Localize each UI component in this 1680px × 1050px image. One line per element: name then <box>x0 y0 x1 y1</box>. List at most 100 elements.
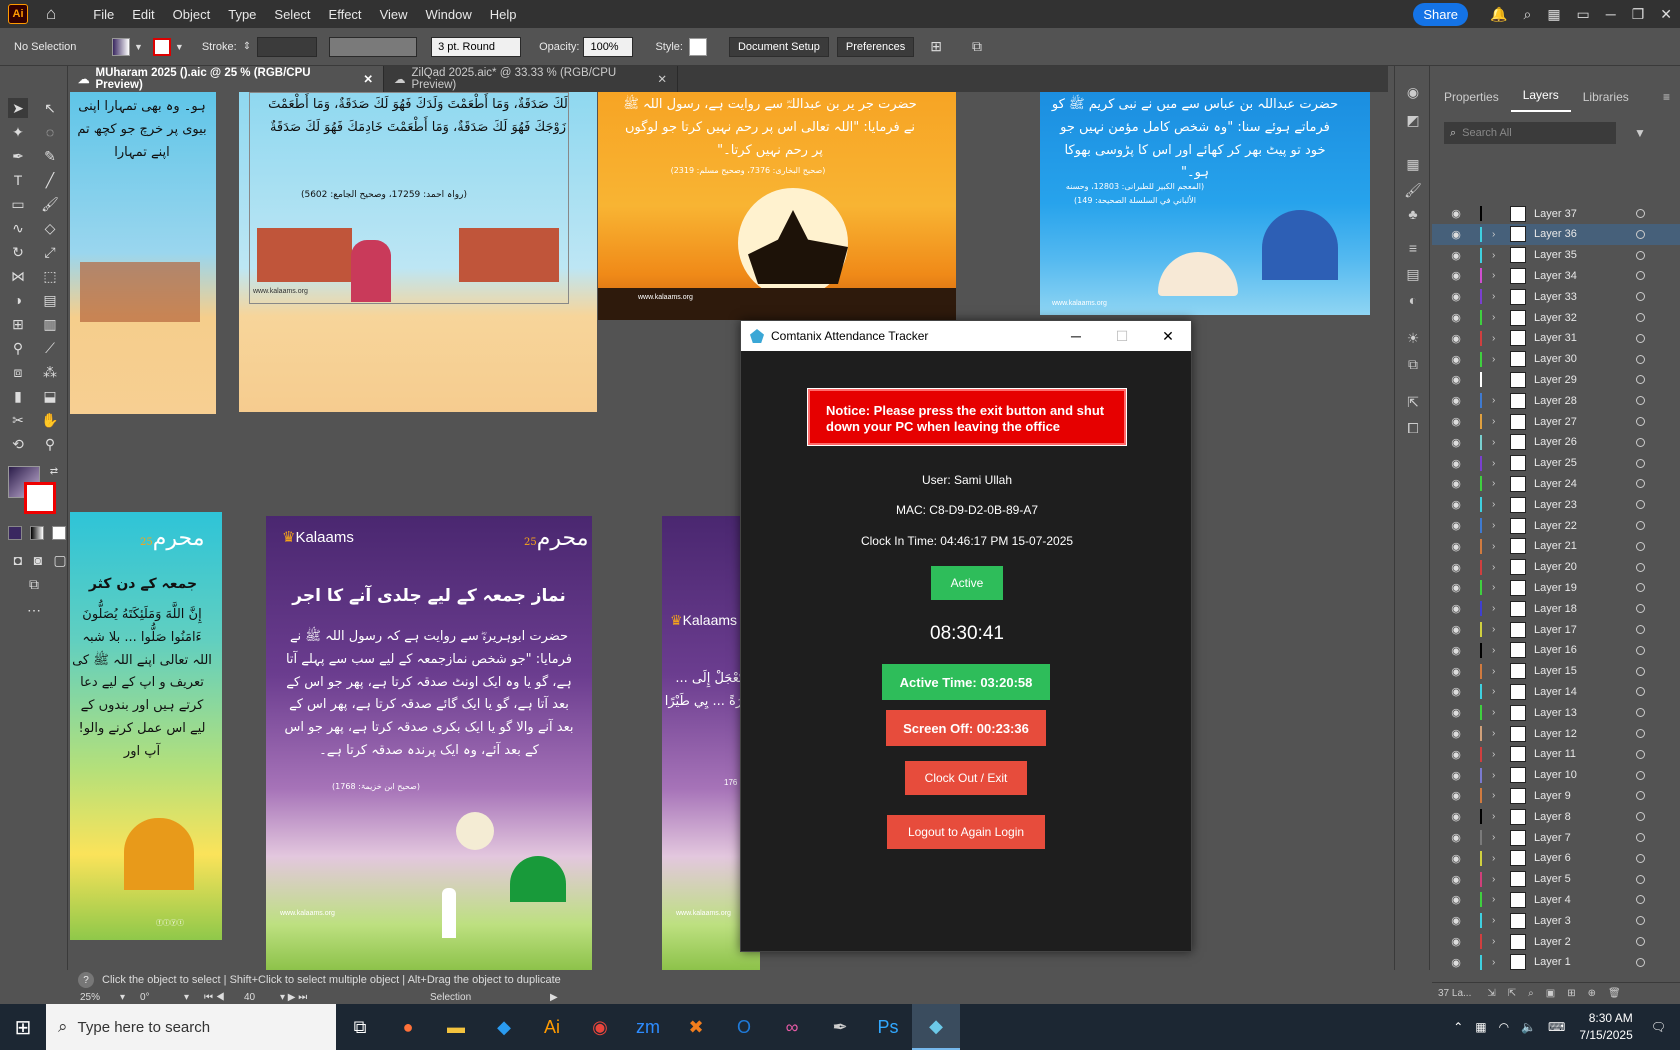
pen-app-icon[interactable]: ✒ <box>816 1004 864 1050</box>
measure-tool-icon[interactable]: ⟋ <box>40 338 60 358</box>
arrange-documents-icon[interactable]: ▦ <box>1547 6 1560 23</box>
layer-name[interactable]: Layer 35 <box>1534 249 1624 261</box>
eyedropper-tool-icon[interactable]: ⚲ <box>8 338 28 358</box>
chevron-right-icon[interactable]: › <box>1492 312 1504 323</box>
layer-row[interactable]: ◉ › Layer 16 <box>1432 640 1680 661</box>
layer-name[interactable]: Layer 31 <box>1534 332 1624 344</box>
layer-name[interactable]: Layer 23 <box>1534 499 1624 511</box>
layer-name[interactable]: Layer 8 <box>1534 811 1624 823</box>
target-icon[interactable] <box>1636 957 1645 967</box>
eye-icon[interactable]: ◉ <box>1446 914 1466 927</box>
target-icon[interactable] <box>1636 521 1645 530</box>
layer-row[interactable]: ◉ › Layer 19 <box>1432 577 1680 598</box>
layer-name[interactable]: Layer 1 <box>1534 956 1624 968</box>
chevron-right-icon[interactable]: › <box>1492 874 1504 885</box>
minimize-icon[interactable]: ─ <box>1606 6 1616 22</box>
chevron-right-icon[interactable]: › <box>1492 645 1504 656</box>
layer-row[interactable]: ◉ › Layer 32 <box>1432 307 1680 328</box>
draw-normal-icon[interactable]: ◘ <box>8 550 28 570</box>
chevron-right-icon[interactable]: › <box>1492 250 1504 261</box>
tab-properties[interactable]: Properties <box>1432 82 1511 112</box>
artboard-3[interactable]: حضرت جر یر بن عبداللہؓ سے روایت ہے، رسول… <box>598 92 956 320</box>
target-icon[interactable] <box>1636 853 1645 863</box>
column-graph-icon[interactable]: ▮ <box>8 386 28 406</box>
chevron-right-icon[interactable]: › <box>1492 728 1504 739</box>
layer-row[interactable]: ◉ › Layer 6 <box>1432 848 1680 869</box>
eye-icon[interactable]: ◉ <box>1446 706 1466 719</box>
share-button[interactable]: Share <box>1413 2 1469 26</box>
layer-row[interactable]: ◉ › Layer 11 <box>1432 744 1680 765</box>
clipping-mask-icon[interactable]: ▣ <box>1546 988 1555 999</box>
artboard-nav-forward[interactable]: ▾ ▶ ⏭ <box>280 992 340 1003</box>
workspace-icon[interactable]: ▭ <box>1577 6 1590 23</box>
target-icon[interactable] <box>1636 417 1645 426</box>
chevron-right-icon[interactable]: › <box>1492 603 1504 614</box>
swap-fill-stroke-icon[interactable]: ⇄ <box>44 462 64 482</box>
target-icon[interactable] <box>1636 562 1645 572</box>
eye-icon[interactable]: ◉ <box>1446 269 1466 282</box>
document-setup-button[interactable]: Document Setup <box>728 36 829 57</box>
eye-icon[interactable]: ◉ <box>1446 602 1466 615</box>
chevron-right-icon[interactable]: › <box>1492 770 1504 781</box>
target-icon[interactable] <box>1636 708 1645 718</box>
target-icon[interactable] <box>1636 313 1645 322</box>
chevron-right-icon[interactable]: › <box>1492 291 1504 302</box>
layer-row[interactable]: ◉ › Layer 12 <box>1432 723 1680 744</box>
maximize-button[interactable]: ☐ <box>1099 321 1145 351</box>
gradient-mode-icon[interactable] <box>30 526 44 540</box>
target-icon[interactable] <box>1636 687 1645 697</box>
eye-icon[interactable]: ◉ <box>1446 498 1466 511</box>
target-icon[interactable] <box>1636 479 1645 489</box>
eye-icon[interactable]: ◉ <box>1446 394 1466 407</box>
chevron-down-icon[interactable]: ▾ <box>184 992 204 1003</box>
layer-name[interactable]: Layer 11 <box>1534 748 1624 760</box>
eye-icon[interactable]: ◉ <box>1446 519 1466 532</box>
artboard-tool-icon[interactable]: ⬓ <box>40 386 60 406</box>
artboard-number-field[interactable]: 40 <box>244 992 280 1003</box>
eye-icon[interactable]: ◉ <box>1446 540 1466 553</box>
brushes-icon[interactable]: 🖌 <box>1403 182 1423 202</box>
layer-row[interactable]: ◉ › Layer 1 <box>1432 952 1680 973</box>
target-icon[interactable] <box>1636 292 1645 302</box>
target-icon[interactable] <box>1636 333 1645 343</box>
window-titlebar[interactable]: Comtanix Attendance Tracker ─ ☐ ✕ <box>741 321 1191 351</box>
taskbar-search-input[interactable]: ⌕ Type here to search <box>46 1004 336 1050</box>
eye-icon[interactable]: ◉ <box>1446 581 1466 594</box>
variable-width-profile[interactable] <box>329 36 418 57</box>
chevron-right-icon[interactable]: › <box>1492 270 1504 281</box>
width-tool-icon[interactable]: ⋈ <box>8 266 28 286</box>
tab-zilqad[interactable]: ☁ ZilQad 2025.aic* @ 33.33 % (RGB/CPU Pr… <box>384 66 678 92</box>
attendance-tracker-taskbar-icon[interactable]: ◆ <box>912 1004 960 1050</box>
slice-tool-icon[interactable]: ✂ <box>8 410 28 430</box>
layer-row[interactable]: ◉ › Layer 34 <box>1432 265 1680 286</box>
collect-export-icon[interactable]: ⇲ <box>1487 988 1495 999</box>
menu-view[interactable]: View <box>371 7 417 22</box>
layer-row[interactable]: ◉ › Layer 36 <box>1432 223 1680 245</box>
filter-icon[interactable]: ▼ <box>1634 126 1646 140</box>
chevron-right-icon[interactable]: › <box>1492 395 1504 406</box>
lasso-icon[interactable]: ◌ <box>40 122 60 142</box>
layer-row[interactable]: ◉ › Layer 2 <box>1432 931 1680 952</box>
preferences-button[interactable]: Preferences <box>836 36 915 57</box>
clock-out-button[interactable]: Clock Out / Exit <box>905 761 1027 795</box>
locate-object-icon[interactable]: ⌕ <box>1528 988 1534 999</box>
curvature-tool-icon[interactable]: ✎ <box>40 146 60 166</box>
artboard-6[interactable]: ♛Kalaams محرم25 نماز جمعہ کے لیے جلدی آن… <box>266 516 592 970</box>
gradient-icon[interactable]: ▤ <box>1403 266 1423 286</box>
artboard-2[interactable]: لَكَ صَدَقَةٌ، وَمَا أَطْعَمْتَ وَلَدَكَ… <box>239 92 597 412</box>
layer-row[interactable]: ◉ › Layer 21 <box>1432 536 1680 557</box>
rotation-field[interactable]: 0° <box>140 992 184 1003</box>
task-view-icon[interactable]: ⧉ <box>336 1004 384 1050</box>
search-icon[interactable]: ⌕ <box>1523 6 1531 23</box>
rotate-view-icon[interactable]: ⟲ <box>8 434 28 454</box>
layer-row[interactable]: ◉ › Layer 26 <box>1432 432 1680 453</box>
chevron-down-icon[interactable]: ▼ <box>175 42 184 52</box>
vscode-icon[interactable]: ◆ <box>480 1004 528 1050</box>
eye-icon[interactable]: ◉ <box>1446 727 1466 740</box>
eye-icon[interactable]: ◉ <box>1446 207 1466 220</box>
trash-icon[interactable]: 🗑 <box>1608 988 1621 999</box>
chevron-right-icon[interactable]: › <box>1492 354 1504 365</box>
network-icon[interactable]: ▦ <box>1475 1020 1486 1034</box>
blend-tool-icon[interactable]: ⧈ <box>8 362 28 382</box>
chevron-right-icon[interactable]: › <box>1492 458 1504 469</box>
